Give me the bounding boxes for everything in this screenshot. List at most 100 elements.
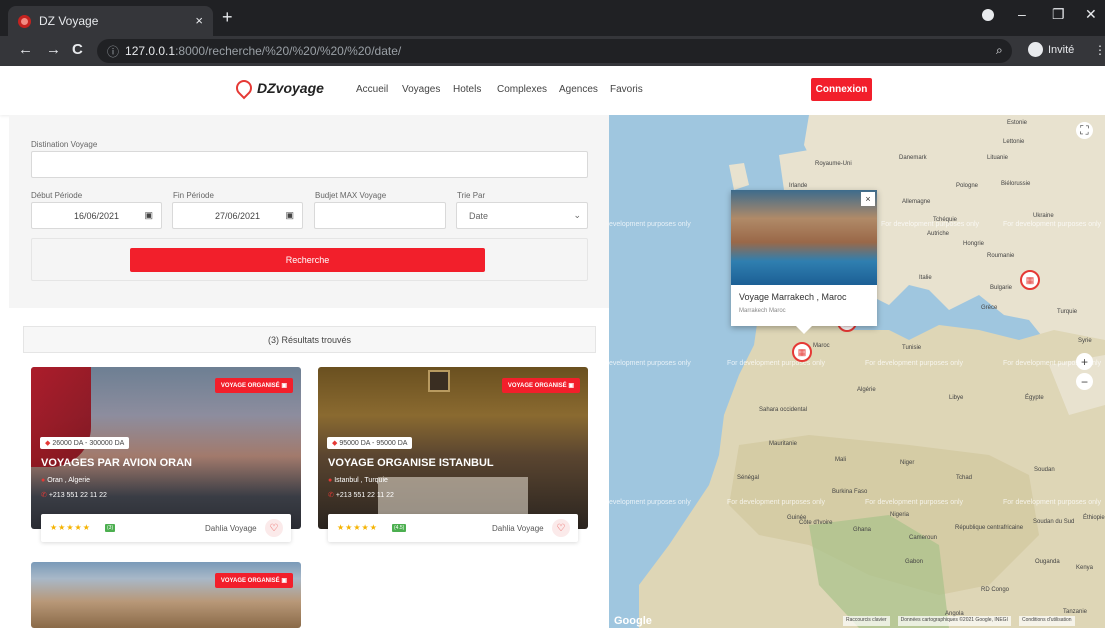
info-icon[interactable]: ⓘ (107, 43, 119, 60)
nav-accueil[interactable]: Accueil (356, 84, 388, 95)
site-header: DZvoyage Accueil Voyages Hotels Complexe… (0, 66, 1105, 115)
agency-name[interactable]: Dahlia Voyage (492, 524, 544, 533)
nav-complexes[interactable]: Complexes (497, 84, 547, 95)
search-button[interactable]: Recherche (130, 248, 485, 272)
nav-agences[interactable]: Agences (559, 84, 598, 95)
nav-favoris[interactable]: Favoris (610, 84, 643, 95)
forward-icon[interactable]: → (46, 41, 61, 58)
map-label: Irlande (789, 183, 808, 189)
map-label: Maroc (813, 343, 830, 349)
start-date-input[interactable]: 16/06/2021 ▣ (31, 202, 162, 229)
end-date-input[interactable]: 27/06/2021 ▣ (172, 202, 303, 229)
tab-title: DZ Voyage (39, 14, 99, 28)
close-icon[interactable]: × (861, 192, 875, 206)
sort-label: Trie Par (457, 191, 486, 200)
popup-title[interactable]: Voyage Marrakech , Maroc (739, 292, 847, 302)
start-date-value: 16/06/2021 (73, 210, 120, 221)
map-label: Autriche (927, 231, 950, 237)
dev-watermark: evelopment purposes only (609, 360, 691, 367)
url-host: 127.0.0.1 (125, 44, 176, 58)
terms-link[interactable]: Conditions d'utilisation (1018, 616, 1075, 626)
map-label: Soudan (1034, 467, 1055, 473)
map-label: Kenya (1076, 565, 1094, 571)
sort-select[interactable]: Date ⌄ (456, 202, 588, 229)
map-info-popup: × Voyage Marrakech , Maroc Marrakech Mar… (731, 190, 877, 326)
new-tab-button[interactable]: + (222, 7, 233, 28)
popup-image (731, 190, 877, 285)
card-title[interactable]: VOYAGE ORGANISE ISTANBUL (328, 457, 494, 469)
zoom-icon[interactable]: ⌕ (996, 43, 1003, 58)
card-badge: VOYAGE ORGANISÉ ▣ (214, 573, 293, 588)
card-image (31, 562, 301, 628)
agency-name[interactable]: Dahlia Voyage (205, 524, 257, 533)
map-label: Turquie (1057, 309, 1078, 315)
result-card[interactable]: VOYAGE ORGANISÉ ▣ ◆ 26000 DA - 300000 DA… (31, 367, 301, 542)
close-window-button[interactable]: ✕ (1085, 6, 1097, 23)
card-title[interactable]: VOYAGES PAR AVION ORAN (41, 457, 192, 469)
login-button[interactable]: Connexion (811, 78, 872, 101)
phone-icon: ✆ (41, 492, 47, 499)
map-label: Ouganda (1035, 559, 1060, 565)
calendar-icon[interactable]: ▣ (144, 210, 153, 221)
map-label: Tchéquie (933, 217, 958, 223)
rating-count: (4.5) (392, 524, 407, 532)
reload-icon[interactable]: C (72, 41, 83, 58)
card-price: ◆ 26000 DA - 300000 DA (40, 437, 130, 449)
end-date-value: 27/06/2021 (214, 210, 261, 221)
nav-hotels[interactable]: Hotels (453, 84, 481, 95)
favorite-heart-icon[interactable]: ♡ (265, 519, 283, 537)
fullscreen-icon[interactable]: ⛶ (1076, 122, 1093, 139)
address-bar-row: ← → C ⓘ 127.0.0.1:8000/recherche/%20/%20… (0, 36, 1105, 66)
result-card[interactable]: VOYAGE ORGANISÉ ▣ ◆ 95000 DA - 95000 DA … (318, 367, 588, 542)
back-icon[interactable]: ← (18, 41, 33, 58)
popup-arrow (796, 326, 812, 334)
map-label: Sénégal (737, 475, 760, 481)
result-card[interactable]: VOYAGE ORGANISÉ ▣ (31, 562, 301, 628)
profile-button[interactable]: Invité (1028, 42, 1074, 57)
browser-tab[interactable]: DZ Voyage × (8, 6, 213, 36)
map-label: Burkina Faso (832, 489, 868, 495)
briefcase-icon: ▣ (281, 578, 287, 584)
budget-input[interactable] (314, 202, 446, 229)
minimize-button[interactable]: – (1018, 6, 1026, 22)
media-icon[interactable] (982, 9, 994, 21)
keyboard-shortcuts-link[interactable]: Raccourcis clavier (843, 616, 890, 626)
budget-label: Budjet MAX Voyage (315, 191, 387, 200)
dev-watermark: For development purposes only (1003, 221, 1102, 228)
zoom-out-button[interactable]: − (1076, 373, 1093, 390)
favorite-heart-icon[interactable]: ♡ (552, 519, 570, 537)
tab-close-icon[interactable]: × (195, 13, 203, 28)
dev-watermark: For development purposes only (865, 499, 964, 506)
card-location: ● Istanbul , Turquie (328, 477, 388, 484)
map-label: Mali (835, 457, 847, 463)
map-label: Ghana (853, 527, 872, 533)
map-label: République centrafricaine (955, 525, 1024, 531)
zoom-in-button[interactable]: + (1076, 353, 1093, 370)
map-label: Gabon (905, 559, 924, 565)
map-label: Mauritanie (769, 441, 798, 447)
restore-button[interactable]: ❐ (1052, 6, 1065, 23)
url-path: :8000/recherche/%20/%20/%20/%20/date/ (175, 44, 402, 58)
map-label: Pologne (956, 183, 979, 189)
map-label: Algérie (857, 387, 876, 393)
map-label: Biélorussie (1001, 181, 1031, 187)
map-data-credit: Données cartographiques ©2021 Google, IN… (897, 616, 1011, 626)
nav-voyages[interactable]: Voyages (402, 84, 440, 95)
menu-kebab-icon[interactable]: ⋮ (1094, 43, 1105, 57)
url-input[interactable]: ⓘ 127.0.0.1:8000/recherche/%20/%20/%20/%… (97, 39, 1012, 63)
start-date-label: Début Période (31, 191, 83, 200)
card-badge: VOYAGE ORGANISÉ ▣ (214, 378, 293, 393)
map-label: Égypte (1025, 395, 1044, 401)
destination-input[interactable] (31, 151, 588, 178)
rating-stars: ★★★★★ (337, 523, 378, 532)
map-label: Tchad (956, 475, 973, 481)
favicon-icon (18, 14, 31, 28)
calendar-icon[interactable]: ▣ (285, 210, 294, 221)
map-marker-icon[interactable]: ▦ (792, 342, 812, 362)
map-marker-icon[interactable]: ▦ (1020, 270, 1040, 290)
location-icon: ● (41, 477, 46, 484)
site-logo[interactable]: DZvoyage (232, 76, 324, 100)
map-label: Lituanie (987, 155, 1009, 161)
dev-watermark: evelopment purposes only (609, 221, 691, 228)
map-label: Cameroun (909, 535, 938, 541)
